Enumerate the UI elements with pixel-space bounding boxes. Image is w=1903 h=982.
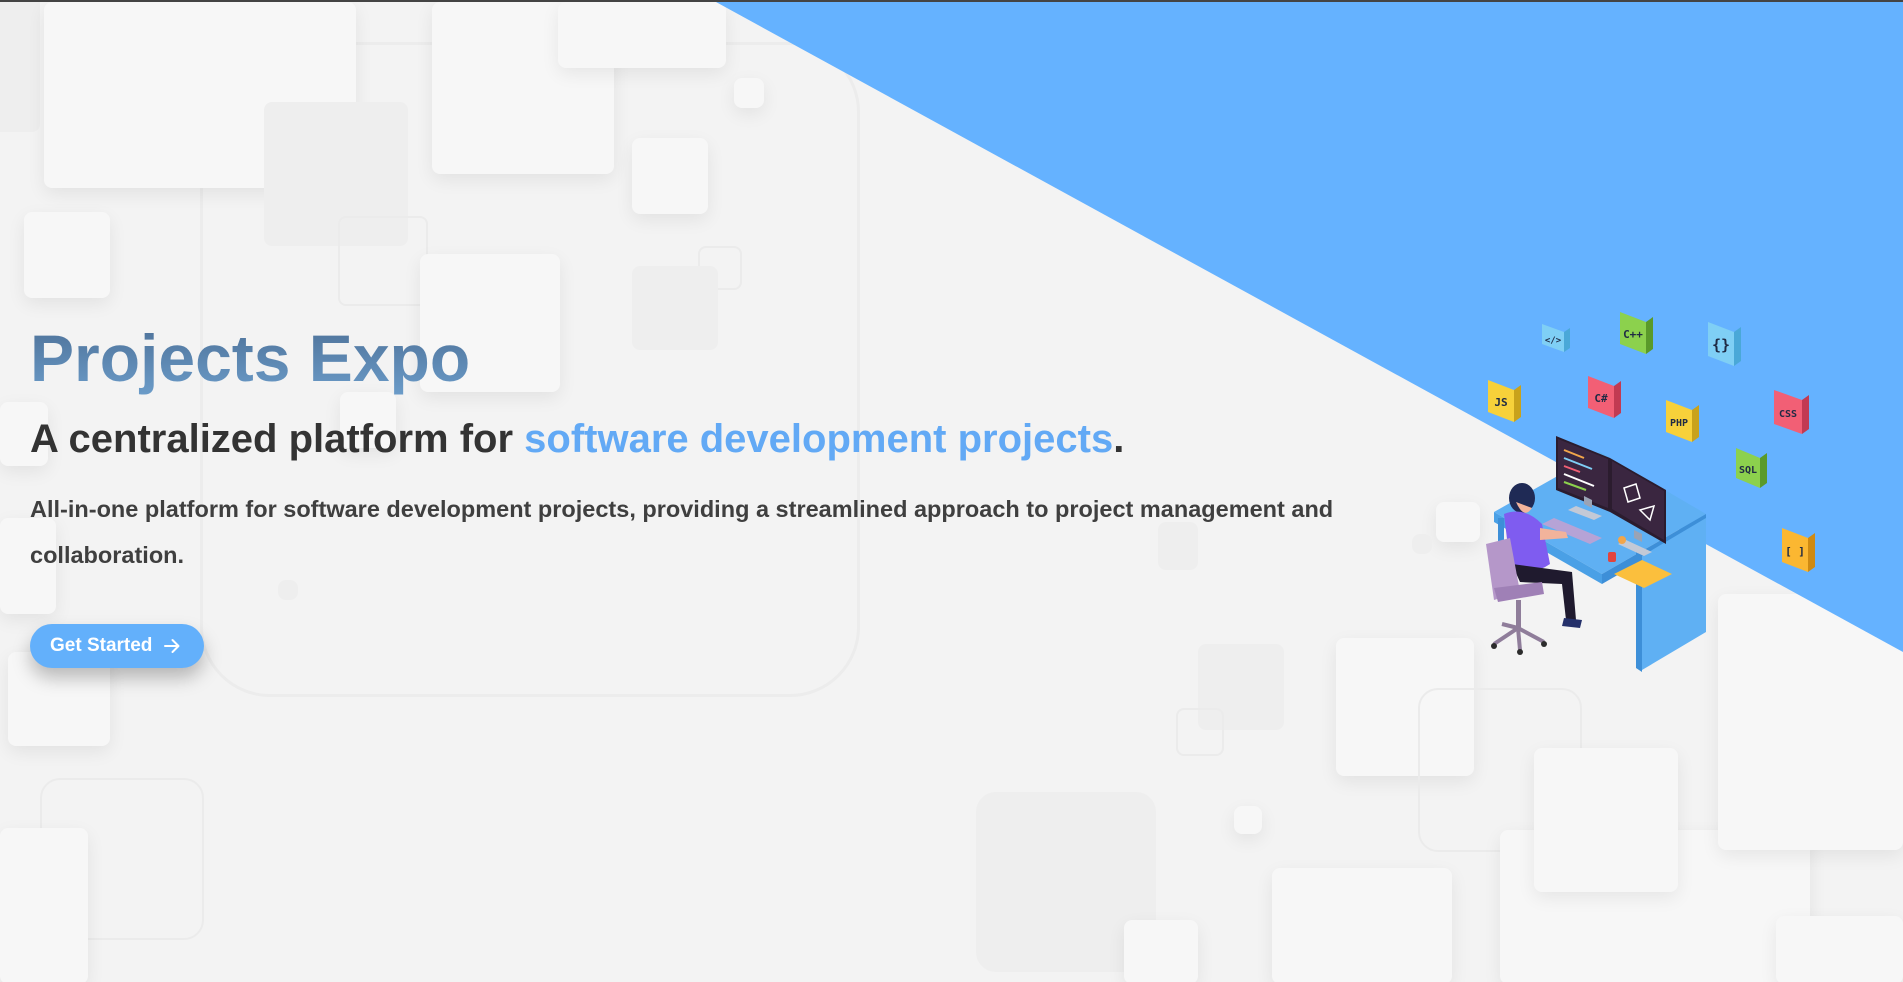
developer-illustration: </> C++ {} JS C# PHP CSS SQL [] xyxy=(1486,312,1815,672)
hero-subtitle-suffix: . xyxy=(1113,417,1125,461)
get-started-button[interactable]: Get Started xyxy=(30,624,205,668)
badge-css-label: CSS xyxy=(1779,409,1797,420)
badge-html-label: </> xyxy=(1545,336,1562,346)
badge-brackets-icon: [ ] xyxy=(1782,528,1815,572)
hero-subtitle: A centralized platform for software deve… xyxy=(30,414,1430,464)
cup-icon xyxy=(1608,552,1616,562)
get-started-label: Get Started xyxy=(50,635,153,656)
badge-css-icon: CSS xyxy=(1774,390,1809,434)
badge-php-label: PHP xyxy=(1670,418,1688,429)
badge-braces-label: {} xyxy=(1712,336,1730,354)
badge-html-icon: </> xyxy=(1542,324,1570,352)
badge-brackets-label: [ ] xyxy=(1785,545,1805,558)
badge-csharp-icon: C# xyxy=(1588,376,1621,418)
hero-subtitle-prefix: A centralized platform for xyxy=(30,417,525,461)
badge-csharp-label: C# xyxy=(1594,392,1608,405)
hero-description: All-in-one platform for software develop… xyxy=(30,496,1334,568)
hero-section: Projects Expo A centralized platform for… xyxy=(30,320,1430,668)
badge-js-icon: JS xyxy=(1488,380,1521,422)
badge-sql-icon: SQL xyxy=(1736,448,1767,488)
badge-cpp-label: C++ xyxy=(1623,328,1643,341)
arrow-right-icon xyxy=(164,639,180,653)
badge-braces-icon: {} xyxy=(1708,322,1741,366)
page-title: Projects Expo xyxy=(30,320,1430,396)
cup-icon xyxy=(1618,536,1626,544)
badge-sql-label: SQL xyxy=(1739,465,1757,476)
badge-js-label: JS xyxy=(1494,396,1507,409)
badge-php-icon: PHP xyxy=(1666,400,1699,442)
landing-page: Projects Expo A centralized platform for… xyxy=(0,0,1903,982)
badge-cpp-icon: C++ xyxy=(1620,312,1653,354)
hero-subtitle-accent: software development projects xyxy=(524,417,1114,461)
